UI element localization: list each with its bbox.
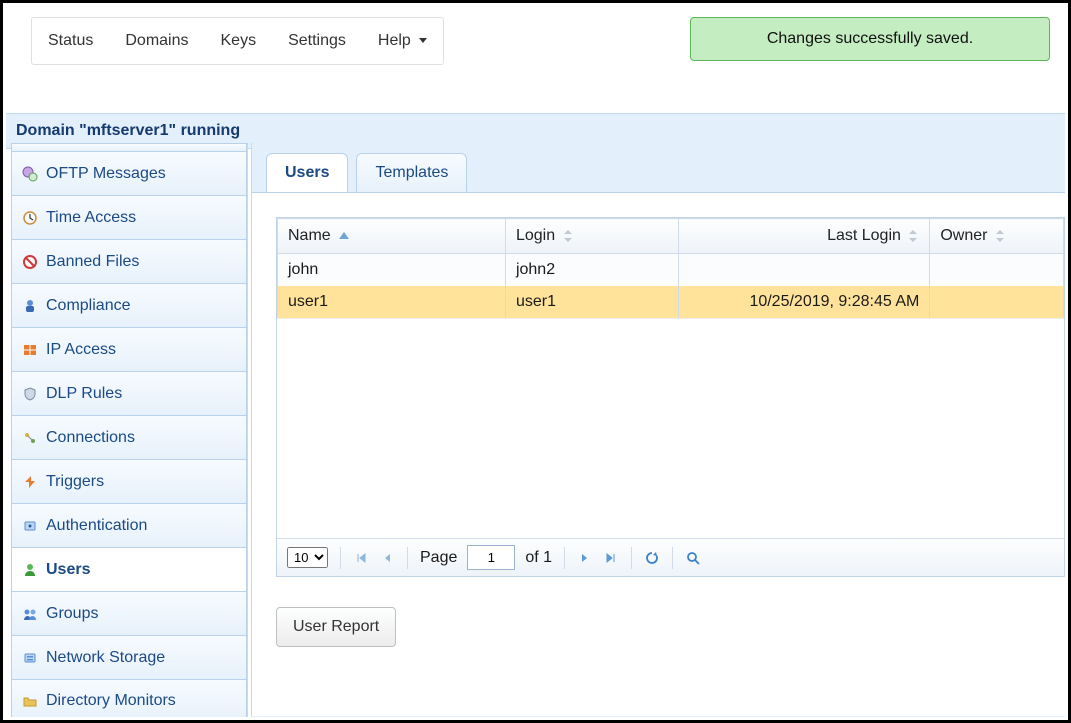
first-page-button[interactable]: [353, 550, 369, 566]
refresh-button[interactable]: [644, 550, 660, 566]
cell-name: user1: [278, 286, 506, 318]
cell-name: john: [278, 254, 506, 287]
sidebar-item-label: Time Access: [46, 209, 136, 227]
shield-icon: [22, 386, 38, 402]
banned-icon: [22, 254, 38, 270]
groups-icon: [22, 606, 38, 622]
sidebar-item-label: Network Storage: [46, 649, 165, 667]
tab-templates[interactable]: Templates: [356, 153, 467, 192]
grid-empty-area: [277, 318, 1064, 538]
users-grid: Name Login Last Login Owner: [276, 217, 1065, 577]
main-panel: Users Templates Name Login: [251, 143, 1065, 717]
col-owner[interactable]: Owner: [930, 219, 1064, 254]
sidebar-item-label: Directory Monitors: [46, 692, 176, 710]
prev-page-button[interactable]: [379, 550, 395, 566]
nav-help[interactable]: Help: [362, 18, 443, 64]
trigger-icon: [22, 474, 38, 490]
separator: [672, 547, 673, 569]
separator: [407, 547, 408, 569]
nav-help-label: Help: [378, 32, 411, 49]
separator: [631, 547, 632, 569]
page-of-label: of 1: [525, 549, 552, 567]
firewall-icon: [22, 342, 38, 358]
sidebar-item-label: DLP Rules: [46, 385, 122, 403]
user-icon: [22, 562, 38, 578]
col-name-label: Name: [288, 227, 331, 244]
sidebar-item-connections[interactable]: Connections: [11, 415, 247, 459]
last-page-button[interactable]: [603, 550, 619, 566]
col-login-label: Login: [516, 227, 555, 244]
top-nav: Status Domains Keys Settings Help: [31, 17, 444, 65]
tab-users[interactable]: Users: [266, 153, 348, 192]
sidebar-item-triggers[interactable]: Triggers: [11, 459, 247, 503]
nav-settings[interactable]: Settings: [272, 18, 362, 64]
separator: [340, 547, 341, 569]
sidebar-item-label: Users: [46, 561, 90, 579]
col-login[interactable]: Login: [505, 219, 678, 254]
compliance-icon: [22, 298, 38, 314]
messages-icon: [22, 166, 38, 182]
sort-icon: [996, 230, 1006, 242]
sidebar-item-label: IP Access: [46, 341, 116, 359]
table-row[interactable]: user1 user1 10/25/2019, 9:28:45 AM: [278, 286, 1064, 318]
next-page-button[interactable]: [577, 550, 593, 566]
success-message: Changes successfully saved.: [767, 30, 973, 47]
sidebar-item-oftp-messages[interactable]: OFTP Messages: [11, 151, 247, 195]
sort-icon: [564, 230, 574, 242]
sidebar-item-authentication[interactable]: Authentication: [11, 503, 247, 547]
cell-owner: [930, 286, 1064, 318]
col-last-login-label: Last Login: [827, 227, 901, 244]
table-row[interactable]: john john2: [278, 254, 1064, 287]
page-number-input[interactable]: [467, 545, 515, 570]
col-name[interactable]: Name: [278, 219, 506, 254]
pager: 10 Page of 1: [277, 538, 1064, 576]
folder-icon: [22, 693, 38, 709]
sidebar-item-banned-files[interactable]: Banned Files: [11, 239, 247, 283]
tabs: Users Templates: [252, 147, 1065, 192]
sidebar-item-label: Compliance: [46, 297, 130, 315]
sidebar-item-users[interactable]: Users: [11, 547, 247, 591]
col-owner-label: Owner: [940, 227, 987, 244]
sidebar-item-groups[interactable]: Groups: [11, 591, 247, 635]
nav-status[interactable]: Status: [32, 18, 109, 64]
sidebar-item-label: Groups: [46, 605, 98, 623]
separator: [564, 547, 565, 569]
sort-asc-icon: [339, 232, 349, 239]
sidebar-item-label: Connections: [46, 429, 135, 447]
clock-icon: [22, 210, 38, 226]
storage-icon: [22, 650, 38, 666]
panel-body: Name Login Last Login Owner: [252, 192, 1065, 716]
cell-last-login: 10/25/2019, 9:28:45 AM: [678, 286, 930, 318]
cell-login: user1: [505, 286, 678, 318]
sort-icon: [909, 230, 919, 242]
user-report-button[interactable]: User Report: [276, 607, 396, 647]
sidebar-item-label: Triggers: [46, 473, 104, 491]
nav-keys[interactable]: Keys: [205, 18, 273, 64]
cell-owner: [930, 254, 1064, 287]
page-label: Page: [420, 549, 457, 567]
sidebar: OFTP Messages Time Access Banned Files C…: [11, 143, 248, 717]
sidebar-item-label: Banned Files: [46, 253, 139, 271]
nav-domains[interactable]: Domains: [109, 18, 204, 64]
sidebar-item-directory-monitors[interactable]: Directory Monitors: [11, 679, 247, 717]
cell-login: john2: [505, 254, 678, 287]
col-last-login[interactable]: Last Login: [678, 219, 930, 254]
sidebar-item-dlp-rules[interactable]: DLP Rules: [11, 371, 247, 415]
sidebar-item-network-storage[interactable]: Network Storage: [11, 635, 247, 679]
sidebar-item-compliance[interactable]: Compliance: [11, 283, 247, 327]
sidebar-item-truncated[interactable]: [11, 143, 247, 151]
page-size-select[interactable]: 10: [287, 547, 328, 568]
sidebar-item-label: OFTP Messages: [46, 165, 166, 183]
cell-last-login: [678, 254, 930, 287]
sidebar-item-ip-access[interactable]: IP Access: [11, 327, 247, 371]
chevron-down-icon: [419, 38, 427, 43]
sidebar-item-time-access[interactable]: Time Access: [11, 195, 247, 239]
success-banner: Changes successfully saved.: [690, 17, 1050, 61]
search-button[interactable]: [685, 550, 701, 566]
connections-icon: [22, 430, 38, 446]
sidebar-item-label: Authentication: [46, 517, 147, 535]
auth-icon: [22, 518, 38, 534]
actions-row: User Report: [276, 607, 1065, 647]
